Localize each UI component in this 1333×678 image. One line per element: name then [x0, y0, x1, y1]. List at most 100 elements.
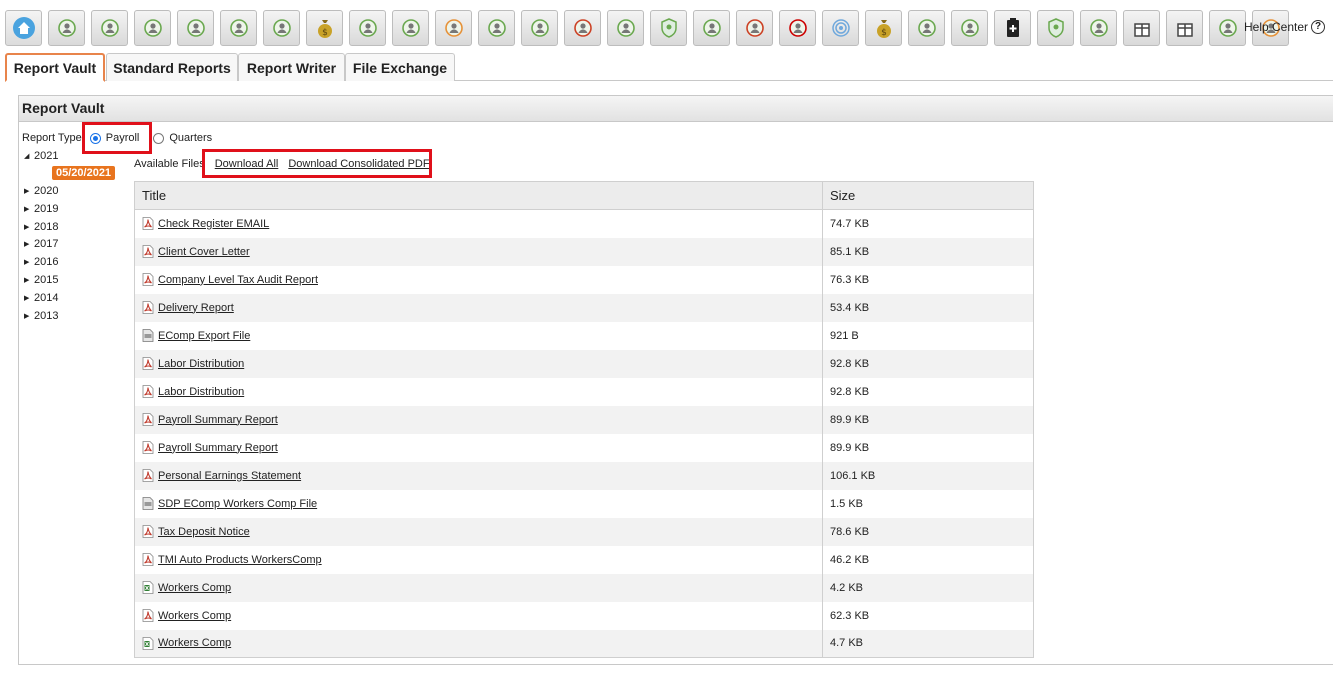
group-icon [184, 16, 208, 40]
tab-label: Standard Reports [113, 59, 231, 76]
size-cell: 89.9 KB [822, 405, 1034, 434]
report-type-selector: Report Type Payroll Quarters [22, 132, 212, 144]
column-header-size[interactable]: Size [822, 181, 1034, 210]
tree-year-2018[interactable]: ▶ 2018 [24, 221, 58, 233]
report-vault-panel: Report Vault Report Type Payroll Quarter… [18, 95, 1333, 665]
pdf-file-icon [142, 273, 154, 286]
tree-year-2014[interactable]: ▶ 2014 [24, 292, 58, 304]
tree-year-2021[interactable]: ◢ 2021 [24, 150, 58, 162]
column-header-title[interactable]: Title [134, 181, 823, 210]
title-cell: Workers Comp [134, 629, 823, 658]
toolbar-button-team-grid[interactable] [951, 10, 988, 46]
tab-report-vault[interactable]: Report Vault [5, 53, 105, 82]
toolbar-button-dollar-bag[interactable]: $ [865, 10, 902, 46]
toolbar-button-compass[interactable] [435, 10, 472, 46]
tree-year-label: 2019 [34, 202, 59, 215]
file-link[interactable]: Payroll Summary Report [158, 442, 278, 454]
tree-year-label: 2021 [34, 150, 59, 162]
help-center-link[interactable]: Help Center ? [1244, 20, 1326, 34]
file-link[interactable]: Personal Earnings Statement [158, 470, 301, 482]
badge-shield-icon [1044, 16, 1068, 40]
selected-date-badge[interactable]: 05/20/2021 [52, 166, 116, 180]
team-grid-icon [958, 16, 982, 40]
table-row: SDP EComp Workers Comp File 1.5 KB [135, 489, 1034, 518]
toolbar-button-exchange-user[interactable] [736, 10, 773, 46]
toolbar-button-chart-user[interactable] [478, 10, 515, 46]
toolbar-button-network-user[interactable] [693, 10, 730, 46]
radio-payroll-button[interactable] [89, 132, 101, 144]
toolbar-button-badge-shield[interactable] [1037, 10, 1074, 46]
title-cell: Labor Distribution [135, 378, 823, 406]
radio-payroll[interactable]: Payroll [89, 132, 139, 144]
tab-file-exchange[interactable]: File Exchange [345, 53, 455, 81]
toolbar-button-org-chart[interactable] [220, 10, 257, 46]
toolbar-button-promotion[interactable] [607, 10, 644, 46]
radio-quarters[interactable]: Quarters [153, 132, 212, 144]
file-link[interactable]: Labor Distribution [158, 386, 244, 398]
tree-year-2019[interactable]: ▶ 2019 [24, 203, 58, 215]
toolbar-button-fingerprint[interactable] [822, 10, 859, 46]
pdf-file-icon [142, 301, 154, 314]
toolbar-button-payroll[interactable] [48, 10, 85, 46]
tab-report-writer[interactable]: Report Writer [238, 53, 345, 81]
file-link[interactable]: Delivery Report [158, 302, 234, 314]
table-row: Delivery Report 53.4 KB [134, 293, 1034, 322]
tree-year-2013[interactable]: ▶ 2013 [24, 310, 58, 322]
file-link[interactable]: Workers Comp [158, 582, 231, 594]
help-question-icon: ? [1311, 20, 1326, 34]
tab-standard-reports[interactable]: Standard Reports [106, 53, 238, 81]
file-link[interactable]: Workers Comp [158, 637, 231, 649]
user-search-icon [1087, 16, 1111, 40]
toolbar-button-transfer-user[interactable] [564, 10, 601, 46]
settings-gear-icon [528, 16, 552, 40]
toolbar-button-search-user[interactable] [349, 10, 386, 46]
toolbar-button-employees-settings[interactable] [91, 10, 128, 46]
toolbar-button-shield-user[interactable] [650, 10, 687, 46]
toolbar-button-settings-gear[interactable] [521, 10, 558, 46]
shield-user-icon [657, 16, 681, 40]
tree-year-label: 2018 [34, 220, 59, 233]
toolbar-button-team-board[interactable] [1209, 10, 1246, 46]
file-link[interactable]: Check Register EMAIL [158, 218, 269, 230]
expand-triangle-icon: ▶ [24, 259, 30, 267]
file-link[interactable]: Client Cover Letter [158, 246, 250, 258]
toolbar-button-file-list[interactable] [1166, 10, 1203, 46]
table-row: EComp Export File 921 B [135, 321, 1034, 350]
file-link[interactable]: SDP EComp Workers Comp File [158, 498, 317, 510]
file-link[interactable]: Labor Distribution [158, 358, 244, 370]
tree-year-label: 2014 [34, 291, 59, 304]
tab-label: File Exchange [352, 59, 448, 76]
table-row: Company Level Tax Audit Report 76.3 KB [135, 265, 1034, 294]
timecard-icon [141, 16, 165, 40]
toolbar-button-home[interactable] [5, 10, 42, 46]
download-consolidated-pdf-link[interactable]: Download Consolidated PDF [288, 158, 429, 170]
tree-year-2017[interactable]: ▶ 2017 [24, 238, 58, 250]
toolbar-button-document-edit[interactable] [263, 10, 300, 46]
title-cell: Personal Earnings Statement [134, 461, 823, 490]
download-all-link[interactable]: Download All [215, 158, 279, 170]
toolbar-button-timecard[interactable] [134, 10, 171, 46]
file-link[interactable]: Payroll Summary Report [158, 414, 278, 426]
gift-icon [1130, 16, 1154, 40]
file-link[interactable]: TMI Auto Products WorkersComp [158, 554, 322, 566]
pdf-file-icon [142, 413, 154, 426]
document-edit-icon [270, 16, 294, 40]
toolbar-button-user-upgrade[interactable] [908, 10, 945, 46]
file-link[interactable]: Tax Deposit Notice [158, 526, 250, 538]
toolbar-button-gift[interactable] [1123, 10, 1160, 46]
toolbar-button-user-search[interactable] [1080, 10, 1117, 46]
radio-quarters-button[interactable] [153, 132, 165, 144]
file-link[interactable]: Company Level Tax Audit Report [158, 274, 318, 286]
toolbar-button-clipboard[interactable] [994, 10, 1031, 46]
tree-year-2016[interactable]: ▶ 2016 [24, 256, 58, 268]
tree-year-label: 2020 [34, 185, 59, 197]
tree-year-2020[interactable]: ▶ 2020 [24, 185, 58, 197]
toolbar-button-remove-user[interactable] [779, 10, 816, 46]
tree-year-2015[interactable]: ▶ 2015 [24, 274, 58, 286]
toolbar-button-group[interactable] [177, 10, 214, 46]
file-link[interactable]: EComp Export File [158, 330, 250, 342]
table-row: Workers Comp 62.3 KB [135, 601, 1034, 630]
toolbar-button-money-bag[interactable]: $ [306, 10, 343, 46]
toolbar-button-target[interactable] [392, 10, 429, 46]
file-link[interactable]: Workers Comp [158, 610, 231, 622]
